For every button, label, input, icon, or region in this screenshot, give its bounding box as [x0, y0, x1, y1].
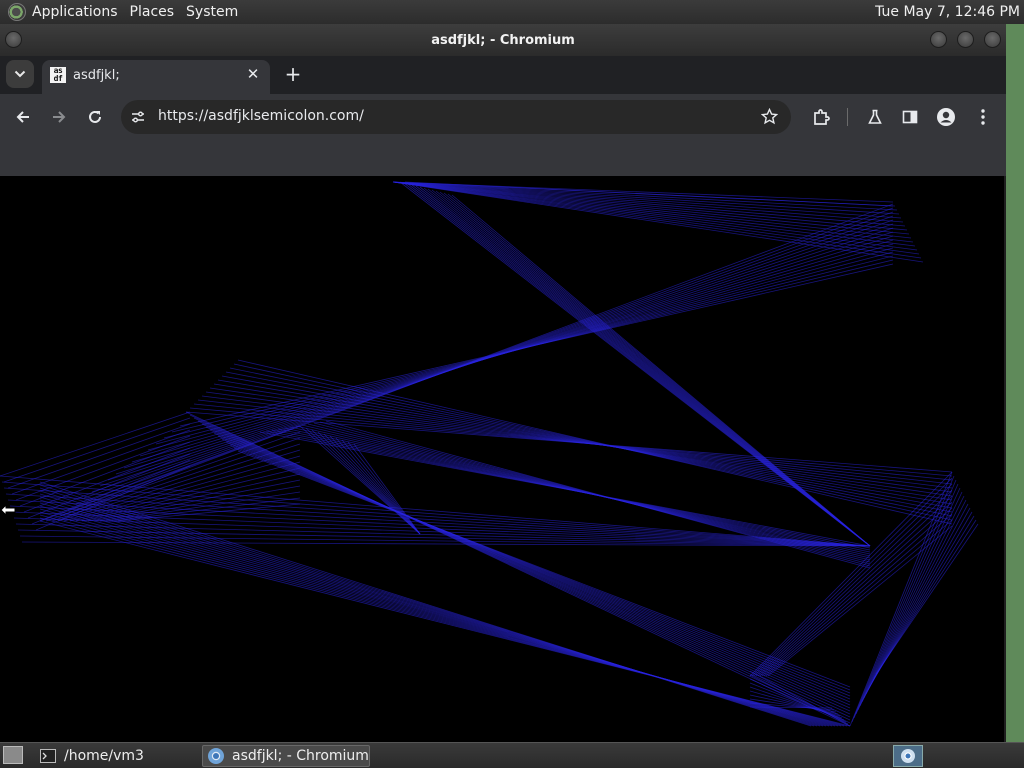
new-tab-button[interactable]: + [283, 62, 303, 86]
tab-title: asdfjkl; [73, 68, 120, 83]
window-menu-button[interactable] [5, 31, 22, 48]
profile-icon[interactable] [935, 106, 957, 128]
art-line [749, 471, 953, 677]
art-line [392, 181, 916, 247]
art-line [757, 495, 953, 677]
art-line [392, 181, 906, 227]
panel-clock[interactable]: Tue May 7, 12:46 PM [875, 0, 1020, 24]
taskbar-item-terminal[interactable]: /home/vm3 [36, 745, 198, 767]
art-line [392, 181, 902, 219]
bookmark-star-icon[interactable] [760, 107, 779, 129]
art-line [209, 429, 851, 709]
art-line [69, 455, 301, 522]
tab-active[interactable]: as df asdfjkl; ✕ [42, 60, 270, 94]
art-line [179, 263, 894, 427]
art-line [759, 501, 953, 677]
reload-icon[interactable] [84, 106, 106, 128]
url-text: https://asdfjklsemicolon.com/ [158, 108, 364, 124]
back-icon[interactable] [12, 106, 34, 128]
tab-close-button[interactable]: ✕ [244, 65, 262, 83]
art-line [767, 525, 953, 677]
top-panel: Applications Places System Tue May 7, 12… [0, 0, 1024, 24]
art-line [237, 359, 953, 525]
art-line [392, 181, 924, 263]
maximize-button[interactable] [957, 31, 974, 48]
site-favicon-icon: as df [50, 67, 66, 83]
art-line [761, 507, 953, 677]
site-info-icon[interactable] [130, 109, 146, 129]
labs-flask-icon[interactable] [864, 106, 886, 128]
art-line [35, 465, 191, 531]
applications-menu[interactable]: Applications Places System [0, 0, 256, 24]
art-line [855, 483, 959, 715]
extensions-icon[interactable] [810, 106, 832, 128]
side-panel-icon[interactable] [899, 106, 921, 128]
address-bar[interactable]: https://asdfjklsemicolon.com/ [121, 100, 791, 134]
art-line [205, 426, 851, 712]
workspace-switcher[interactable] [893, 745, 923, 767]
tab-strip: as df asdfjkl; ✕ + [0, 56, 1006, 94]
bottom-panel: /home/vm3 asdfjkl; - Chromium [0, 742, 1024, 768]
chromium-icon [208, 748, 224, 764]
taskbar-item-chromium[interactable]: asdfjkl; - Chromium [202, 745, 370, 767]
applications-menu-label: Applications [32, 4, 118, 20]
art-line [751, 477, 953, 677]
line-art-canvas[interactable] [0, 176, 1004, 742]
system-menu[interactable]: System [186, 4, 238, 20]
art-line [853, 479, 957, 719]
page-viewport[interactable] [0, 176, 1004, 742]
chevron-down-icon [14, 70, 26, 78]
close-window-button[interactable] [984, 31, 1001, 48]
menu-kebab-icon[interactable] [972, 106, 994, 128]
terminal-icon [40, 749, 56, 763]
toolbar-bottom-strip [0, 140, 1006, 176]
art-line [225, 371, 953, 513]
places-menu[interactable]: Places [130, 4, 175, 20]
art-line [451, 194, 871, 547]
art-line [237, 450, 851, 688]
browser-window: asdfjkl; - Chromium as df asdfjkl; ✕ + h… [0, 24, 1006, 742]
art-line [857, 487, 961, 711]
window-titlebar[interactable]: asdfjkl; - Chromium [0, 24, 1006, 56]
art-line [0, 411, 191, 477]
show-desktop-icon[interactable] [3, 746, 23, 764]
taskbar-item-label: asdfjkl; - Chromium [232, 748, 369, 764]
forward-icon[interactable] [48, 106, 70, 128]
art-line [81, 467, 301, 522]
art-line [392, 181, 922, 259]
art-line [392, 181, 910, 235]
favicon-line-2: df [53, 74, 63, 83]
toolbar-separator [847, 108, 848, 126]
distro-logo-icon [8, 3, 26, 21]
browser-toolbar: https://asdfjklsemicolon.com/ [0, 94, 1006, 140]
chromium-tray-icon [901, 749, 915, 763]
minimize-button[interactable] [930, 31, 947, 48]
window-title: asdfjkl; - Chromium [431, 33, 575, 48]
art-line [755, 489, 953, 677]
art-line [863, 499, 967, 699]
tab-search-button[interactable] [6, 60, 34, 88]
resize-cursor-icon [0, 503, 16, 517]
art-line [189, 414, 851, 724]
taskbar-item-label: /home/vm3 [64, 748, 144, 764]
